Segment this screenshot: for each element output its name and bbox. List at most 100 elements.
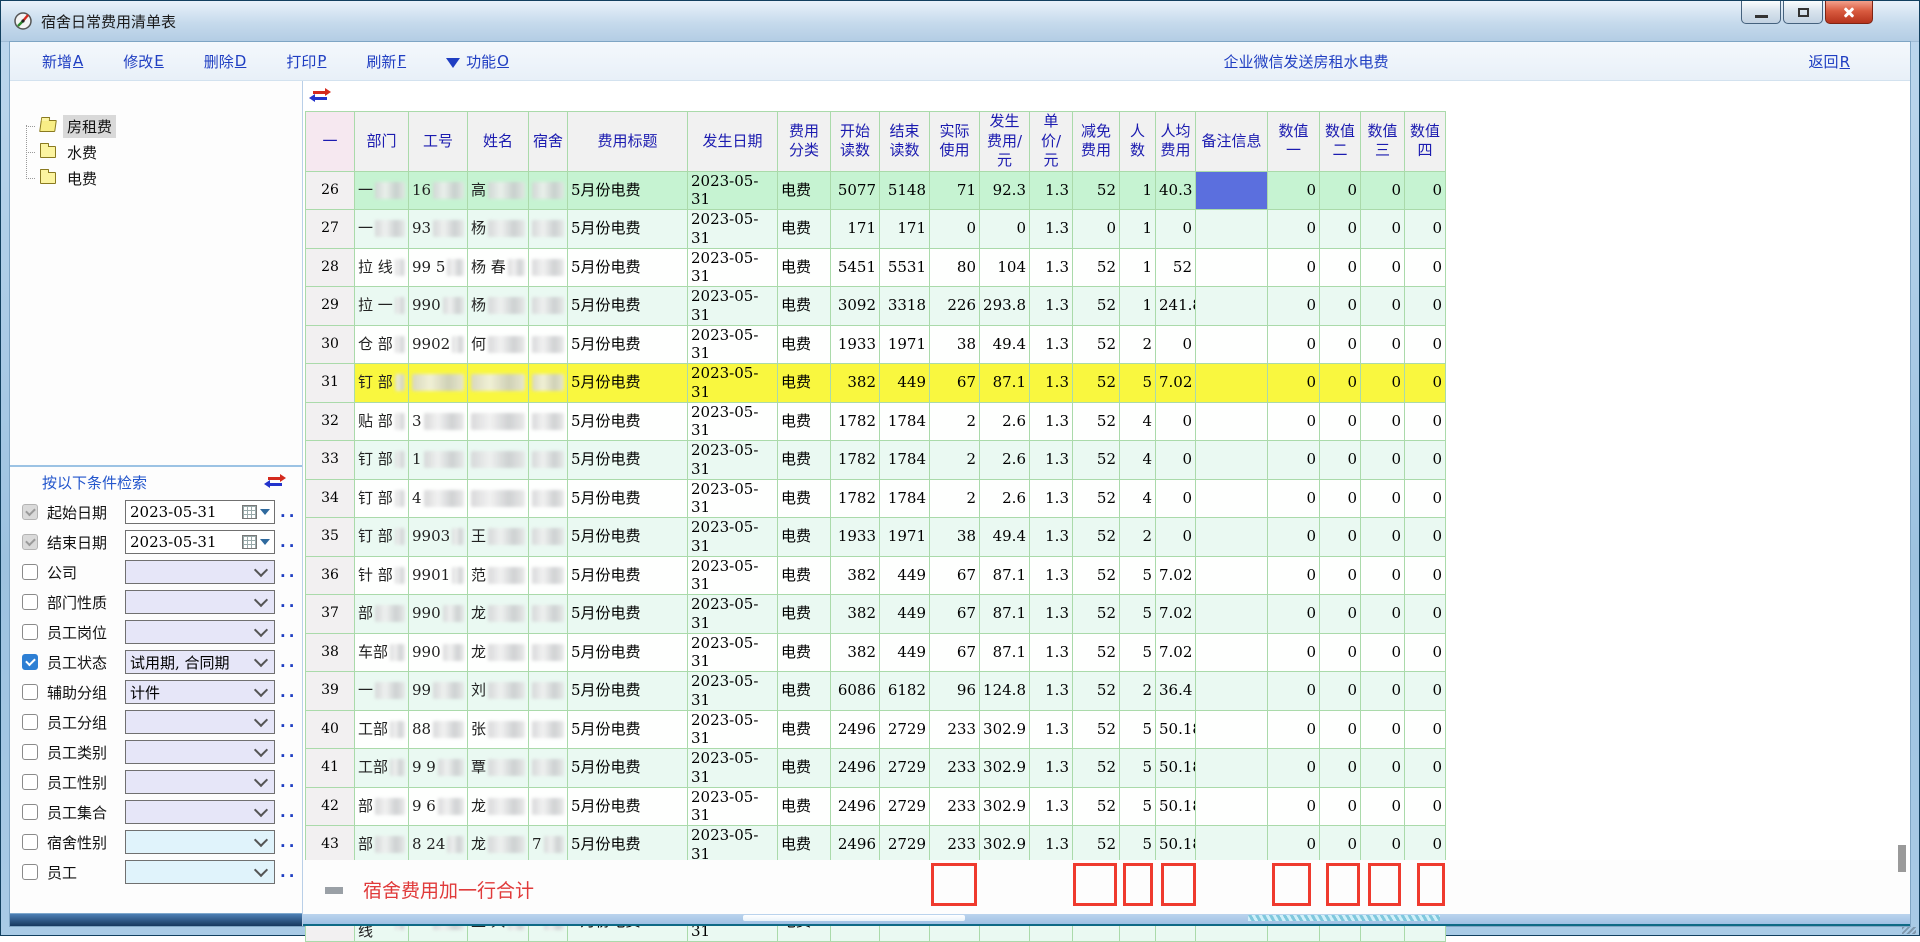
start-reading-cell[interactable]: 5451 [831, 248, 880, 287]
value2-cell[interactable]: 0 [1320, 210, 1361, 249]
unit-price-cell[interactable]: 1.3 [1030, 672, 1073, 711]
start-reading-cell[interactable]: 3092 [831, 287, 880, 326]
toolbar-print-button[interactable]: 打印P [286, 51, 326, 72]
employee-id-cell[interactable]: 1 [409, 441, 468, 480]
unit-price-cell[interactable]: 1.3 [1030, 441, 1073, 480]
toolbar-edit-button[interactable]: 修改E [123, 51, 164, 72]
date-cell[interactable]: 2023-05-31 [688, 710, 778, 749]
swap-arrows-icon[interactable] [268, 475, 288, 486]
vertical-scrollbar-thumb[interactable] [1898, 845, 1906, 872]
note-cell[interactable] [1196, 287, 1268, 326]
note-cell[interactable] [1196, 325, 1268, 364]
value2-cell[interactable]: 0 [1320, 633, 1361, 672]
actual-usage-cell[interactable]: 67 [930, 595, 980, 634]
people-count-cell[interactable]: 5 [1120, 595, 1156, 634]
aux-group-checkbox[interactable] [22, 684, 38, 700]
back-link[interactable]: 返回R [1809, 51, 1850, 72]
dorm-cell[interactable] [529, 556, 568, 595]
value3-cell[interactable]: 0 [1361, 171, 1405, 210]
name-cell[interactable]: 张 [468, 710, 529, 749]
date-cell[interactable]: 2023-05-31 [688, 826, 778, 865]
note-cell[interactable] [1196, 710, 1268, 749]
table-row-27[interactable]: 27一93杨5月份电费2023-05-31电费171171001.3010000… [306, 210, 1446, 249]
fee-title-cell[interactable]: 5月份电费 [568, 749, 688, 788]
date-cell[interactable]: 2023-05-31 [688, 672, 778, 711]
dorm-cell[interactable] [529, 248, 568, 287]
table-row-39[interactable]: 39一99刘5月份电费2023-05-31电费6086618296124.81.… [306, 672, 1446, 711]
value2-cell[interactable]: 0 [1320, 518, 1361, 557]
close-button[interactable] [1825, 1, 1873, 24]
fee-amount-cell[interactable]: 302.9 [980, 710, 1030, 749]
name-cell[interactable]: 龙 [468, 826, 529, 865]
table-row-35[interactable]: 35钉 部9903王5月份电费2023-05-31电费193319713849.… [306, 518, 1446, 557]
start-reading-cell[interactable]: 1782 [831, 402, 880, 441]
column-header-费用分类[interactable]: 费用分类 [778, 112, 831, 172]
name-cell[interactable]: 杨 [468, 210, 529, 249]
fee-category-cell[interactable]: 电费 [778, 710, 831, 749]
fee-title-cell[interactable]: 5月份电费 [568, 248, 688, 287]
value4-cell[interactable]: 0 [1405, 633, 1446, 672]
name-cell[interactable]: 龙 [468, 595, 529, 634]
value1-cell[interactable]: 0 [1268, 749, 1320, 788]
employee-id-cell[interactable]: 9902 [409, 325, 468, 364]
emp-group-checkbox[interactable] [22, 714, 38, 730]
value3-cell[interactable]: 0 [1361, 672, 1405, 711]
dorm-cell[interactable] [529, 210, 568, 249]
name-cell[interactable] [468, 402, 529, 441]
table-row-32[interactable]: 32贴 部35月份电费2023-05-31电费1782178422.61.352… [306, 402, 1446, 441]
name-cell[interactable]: 王 [468, 518, 529, 557]
per-person-fee-cell[interactable]: 50.18 [1156, 710, 1196, 749]
emp-gender-more-button[interactable]: .. [280, 773, 297, 791]
dept-cell[interactable]: 工部 [355, 749, 409, 788]
people-count-cell[interactable]: 2 [1120, 518, 1156, 557]
start-reading-cell[interactable]: 171 [831, 210, 880, 249]
reduction-cell[interactable]: 52 [1073, 364, 1120, 403]
note-cell[interactable] [1196, 210, 1268, 249]
per-person-fee-cell[interactable]: 0 [1156, 518, 1196, 557]
fee-amount-cell[interactable]: 302.9 [980, 826, 1030, 865]
fee-category-cell[interactable]: 电费 [778, 402, 831, 441]
emp-post-more-button[interactable]: .. [280, 623, 297, 641]
per-person-fee-cell[interactable]: 7.02 [1156, 364, 1196, 403]
row-number-cell[interactable]: 28 [306, 248, 355, 287]
value3-cell[interactable]: 0 [1361, 556, 1405, 595]
actual-usage-cell[interactable]: 80 [930, 248, 980, 287]
fee-category-cell[interactable]: 电费 [778, 364, 831, 403]
reduction-cell[interactable]: 52 [1073, 171, 1120, 210]
start-reading-cell[interactable]: 2496 [831, 826, 880, 865]
table-row-28[interactable]: 28拉 线99 5杨 春5月份电费2023-05-31电费54515531801… [306, 248, 1446, 287]
value3-cell[interactable]: 0 [1361, 518, 1405, 557]
note-cell[interactable] [1196, 749, 1268, 788]
date-cell[interactable]: 2023-05-31 [688, 749, 778, 788]
date-cell[interactable]: 2023-05-31 [688, 441, 778, 480]
value2-cell[interactable]: 0 [1320, 441, 1361, 480]
start-reading-cell[interactable]: 2496 [831, 710, 880, 749]
value1-cell[interactable]: 0 [1268, 595, 1320, 634]
end-reading-cell[interactable]: 1784 [880, 479, 930, 518]
dept-cell[interactable]: 钉 部 [355, 518, 409, 557]
reduction-cell[interactable]: 52 [1073, 749, 1120, 788]
start-date-date-picker[interactable]: 2023-05-31 [125, 500, 275, 524]
end-reading-cell[interactable]: 1971 [880, 325, 930, 364]
value3-cell[interactable]: 0 [1361, 287, 1405, 326]
employee-id-cell[interactable]: 9901 [409, 556, 468, 595]
fee-amount-cell[interactable]: 2.6 [980, 479, 1030, 518]
value1-cell[interactable]: 0 [1268, 287, 1320, 326]
dorm-cell[interactable] [529, 325, 568, 364]
start-reading-cell[interactable]: 5077 [831, 171, 880, 210]
unit-price-cell[interactable]: 1.3 [1030, 826, 1073, 865]
toolbar-delete-button[interactable]: 删除D [204, 51, 247, 72]
employee-id-cell[interactable]: 93 [409, 210, 468, 249]
emp-gender-checkbox[interactable] [22, 774, 38, 790]
toolbar-function-button[interactable]: 功能O [446, 51, 509, 72]
note-cell[interactable] [1196, 826, 1268, 865]
value4-cell[interactable]: 0 [1405, 402, 1446, 441]
resize-grip[interactable] [1902, 927, 1916, 934]
end-reading-cell[interactable]: 6182 [880, 672, 930, 711]
people-count-cell[interactable]: 1 [1120, 287, 1156, 326]
dorm-cell[interactable] [529, 441, 568, 480]
value2-cell[interactable]: 0 [1320, 787, 1361, 826]
horizontal-scrollbar[interactable] [303, 914, 1910, 926]
fee-title-cell[interactable]: 5月份电费 [568, 402, 688, 441]
start-reading-cell[interactable]: 1782 [831, 479, 880, 518]
